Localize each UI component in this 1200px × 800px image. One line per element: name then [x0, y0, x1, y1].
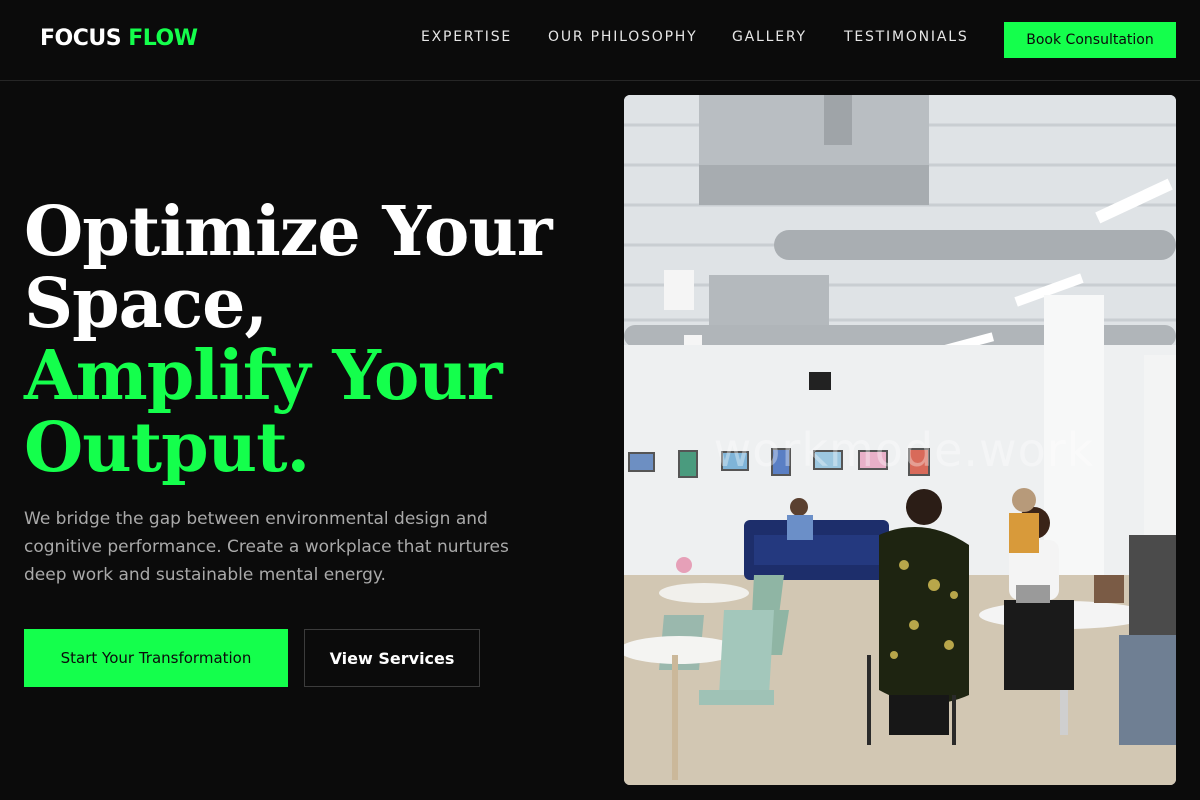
hero-heading: Optimize Your Space, Amplify Your Output…	[24, 196, 584, 484]
hero-heading-line-1: Optimize Your	[24, 192, 553, 272]
nav-link-our-philosophy[interactable]: OUR PHILOSOPHY	[548, 29, 698, 45]
nav-link-gallery[interactable]: GALLERY	[732, 29, 807, 45]
hero-heading-line-2: Space,	[24, 264, 268, 344]
hero-description: We bridge the gap between environmental …	[24, 509, 509, 585]
start-transformation-button[interactable]: Start Your Transformation	[24, 629, 288, 687]
nav-link-testimonials[interactable]: TESTIMONIALS	[844, 29, 969, 45]
main-nav: EXPERTISE OUR PHILOSOPHY GALLERY TESTIMO…	[0, 0, 1000, 80]
book-consultation-button[interactable]: Book Consultation	[1004, 22, 1176, 58]
image-watermark: workmode.work	[713, 423, 1095, 477]
hero-heading-line-4: Output.	[24, 408, 310, 488]
nav-link-expertise[interactable]: EXPERTISE	[421, 29, 512, 45]
view-services-button[interactable]: View Services	[304, 629, 480, 687]
top-navbar: FOCUS FLOW EXPERTISE OUR PHILOSOPHY GALL…	[0, 0, 1200, 81]
hero-heading-line-3: Amplify Your	[24, 336, 503, 416]
hero-office-photo: workmode.work	[624, 95, 1176, 785]
